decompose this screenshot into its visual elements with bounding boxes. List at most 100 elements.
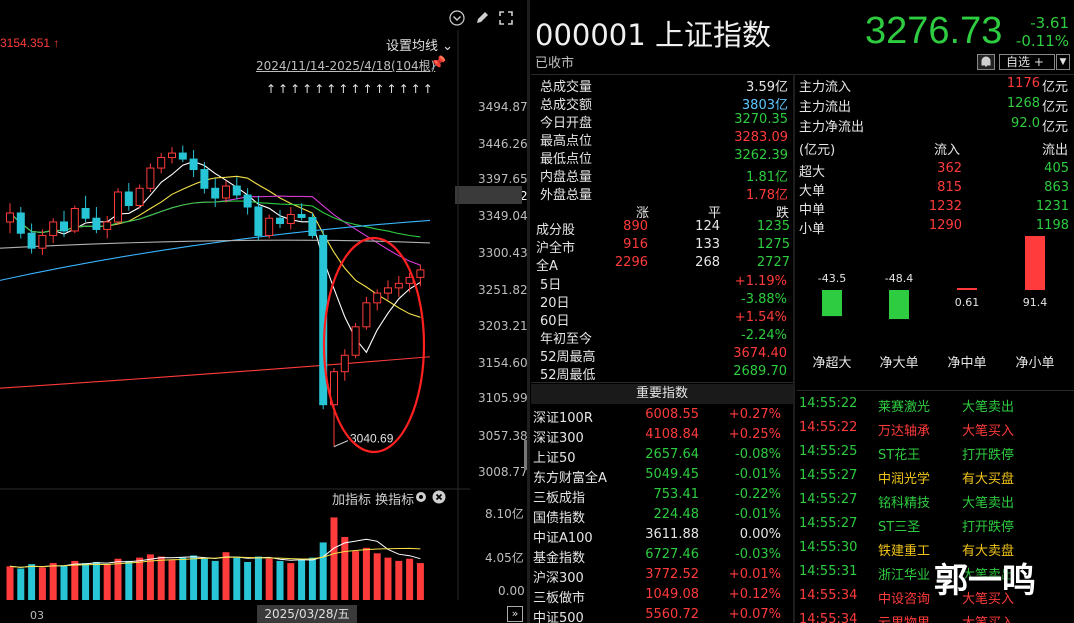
index-price: 3611.88 [645, 527, 699, 542]
volume-bar [38, 567, 46, 600]
ticker-stock: 中润光学 [878, 472, 931, 487]
ticker-time: 14:55:22 [799, 420, 858, 435]
volume-bar [125, 560, 133, 600]
ticker-row[interactable]: 14:55:22 万达轴承 大笔买入 [797, 420, 1074, 444]
breadth-flat: 268 [695, 255, 720, 270]
volume-bar [200, 558, 208, 600]
net-flow-category: 净中单 [947, 356, 986, 371]
index-name: 沪深300 [533, 571, 584, 586]
volume-bar [190, 555, 198, 600]
volume-bar [17, 568, 25, 600]
stat-label: 内盘总量 [540, 170, 593, 185]
volume-bar [233, 557, 241, 600]
ticker-row[interactable]: 14:55:27 ST三圣 打开跌停 [797, 516, 1074, 540]
candle [6, 203, 14, 234]
pane-divider [527, 0, 530, 623]
volume-bar [395, 560, 403, 600]
ticker-time: 14:55:34 [799, 588, 858, 603]
period-label: 5日 [540, 278, 562, 293]
stat-row: 今日开盘 3270.35 [540, 112, 788, 131]
index-price: 5049.45 [645, 467, 699, 482]
volume-bar [6, 566, 14, 600]
switch-indicator-button[interactable]: 换指标 [375, 493, 414, 508]
breadth-up: 916 [623, 237, 648, 252]
candle [168, 147, 176, 164]
net-flow-bar-chart: -43.5 净超大 -48.4 净大单 0.61 净中单 91.4 净小单 [797, 236, 1074, 376]
index-row[interactable]: 中证500 5560.72 +0.07% [531, 607, 793, 623]
ticker-divider [797, 390, 1074, 391]
index-row[interactable]: 上证50 2657.64 -0.08% [531, 447, 793, 467]
volume-bar [179, 557, 187, 600]
index-row[interactable]: 中证A100 3611.88 0.00% [531, 527, 793, 547]
candle [232, 177, 241, 200]
ticker-row[interactable]: 14:55:25 ST花王 打开跌停 [797, 444, 1074, 468]
volume-bar [406, 558, 414, 600]
watchlist-button[interactable]: 自选 + [999, 54, 1055, 70]
fund-row-in: 815 [937, 180, 962, 195]
ticker-row[interactable]: 14:55:22 莱赛激光 大笔卖出 [797, 396, 1074, 420]
watchlist-dropdown-icon[interactable]: ▼ [1056, 54, 1070, 70]
ticker-stock: 中设咨询 [878, 592, 931, 607]
stat-row: 外盘总量 1.78亿 [540, 184, 788, 203]
volume-bar [92, 561, 100, 600]
fund-row-label: 中单 [799, 203, 826, 218]
ticker-row[interactable]: 14:55:34 云里物里 大笔买入 [797, 612, 1074, 623]
volume-bar [114, 558, 122, 600]
add-indicator-button[interactable]: 加指标 [332, 493, 371, 508]
index-row[interactable]: 沪深300 3772.52 +0.01% [531, 567, 793, 587]
index-row[interactable]: 三板做市 1049.08 +0.12% [531, 587, 793, 607]
close-icon[interactable] [432, 490, 446, 508]
candle [265, 214, 274, 239]
index-row[interactable]: 深证300 4108.84 +0.25% [531, 427, 793, 447]
index-change: 0.00% [739, 527, 781, 542]
index-row[interactable]: 基金指数 6727.46 -0.03% [531, 547, 793, 567]
scroll-right-button[interactable]: » [507, 606, 523, 622]
volume-bar [71, 560, 79, 600]
ticker-stock: 万达轴承 [878, 424, 931, 439]
ticker-stock: ST花王 [878, 448, 921, 463]
index-row[interactable]: 东方财富全A 5049.45 -0.01% [531, 467, 793, 487]
fund-flow-unit: 亿元 [1042, 120, 1069, 135]
ticker-stock: 莱赛激光 [878, 400, 931, 415]
ticker-time: 14:55:22 [799, 396, 858, 411]
candle [157, 153, 166, 174]
volume-bar [330, 517, 338, 600]
volume-bar [308, 557, 316, 600]
index-row[interactable]: 国债指数 224.48 -0.01% [531, 507, 793, 527]
breadth-label: 沪全市 [536, 241, 576, 256]
breadth-up: 2296 [614, 255, 648, 270]
stat-value: 3.59亿 [746, 80, 788, 95]
index-change: +0.27% [728, 407, 781, 422]
bell-icon[interactable] [977, 54, 995, 70]
period-value: -2.24% [741, 328, 787, 343]
breadth-flat: 124 [695, 219, 720, 234]
candle [394, 275, 403, 297]
candle [92, 206, 101, 234]
ma120-line [0, 239, 431, 249]
candle [351, 323, 360, 359]
index-change: -0.22% [735, 487, 781, 502]
index-row[interactable]: 三板成指 753.41 -0.22% [531, 487, 793, 507]
net-flow-value-label: -48.4 [885, 272, 913, 285]
candle [38, 229, 47, 255]
gear-icon[interactable] [414, 490, 428, 508]
index-row[interactable]: 深证100R 6008.55 +0.27% [531, 407, 793, 427]
ticker-row[interactable]: 14:55:27 铭科精技 大笔卖出 [797, 492, 1074, 516]
volume-bar [352, 551, 360, 600]
stat-value: 1.78亿 [746, 188, 788, 203]
fund-col-in: 流入 [934, 143, 961, 158]
candle [27, 223, 36, 254]
index-name: 基金指数 [533, 551, 586, 566]
price-change-pct: -0.11% [1015, 32, 1069, 50]
period-label: 52周最高 [540, 350, 596, 365]
ticker-row[interactable]: 14:55:27 中润光学 有大买盘 [797, 468, 1074, 492]
column-divider [793, 74, 795, 623]
ticker-time: 14:55:27 [799, 492, 858, 507]
net-flow-bar [957, 288, 977, 290]
fund-flow-value: 1268 [1006, 96, 1040, 111]
net-flow-bar [1025, 236, 1045, 290]
kline-chart-pane[interactable]: 3154.351 ↑ 设置均线 ⌄ 2024/11/14-2025/4/18(1… [0, 0, 527, 623]
candle [103, 215, 112, 239]
index-name: 深证300 [533, 431, 584, 446]
ticker-action: 大笔买入 [962, 424, 1015, 439]
